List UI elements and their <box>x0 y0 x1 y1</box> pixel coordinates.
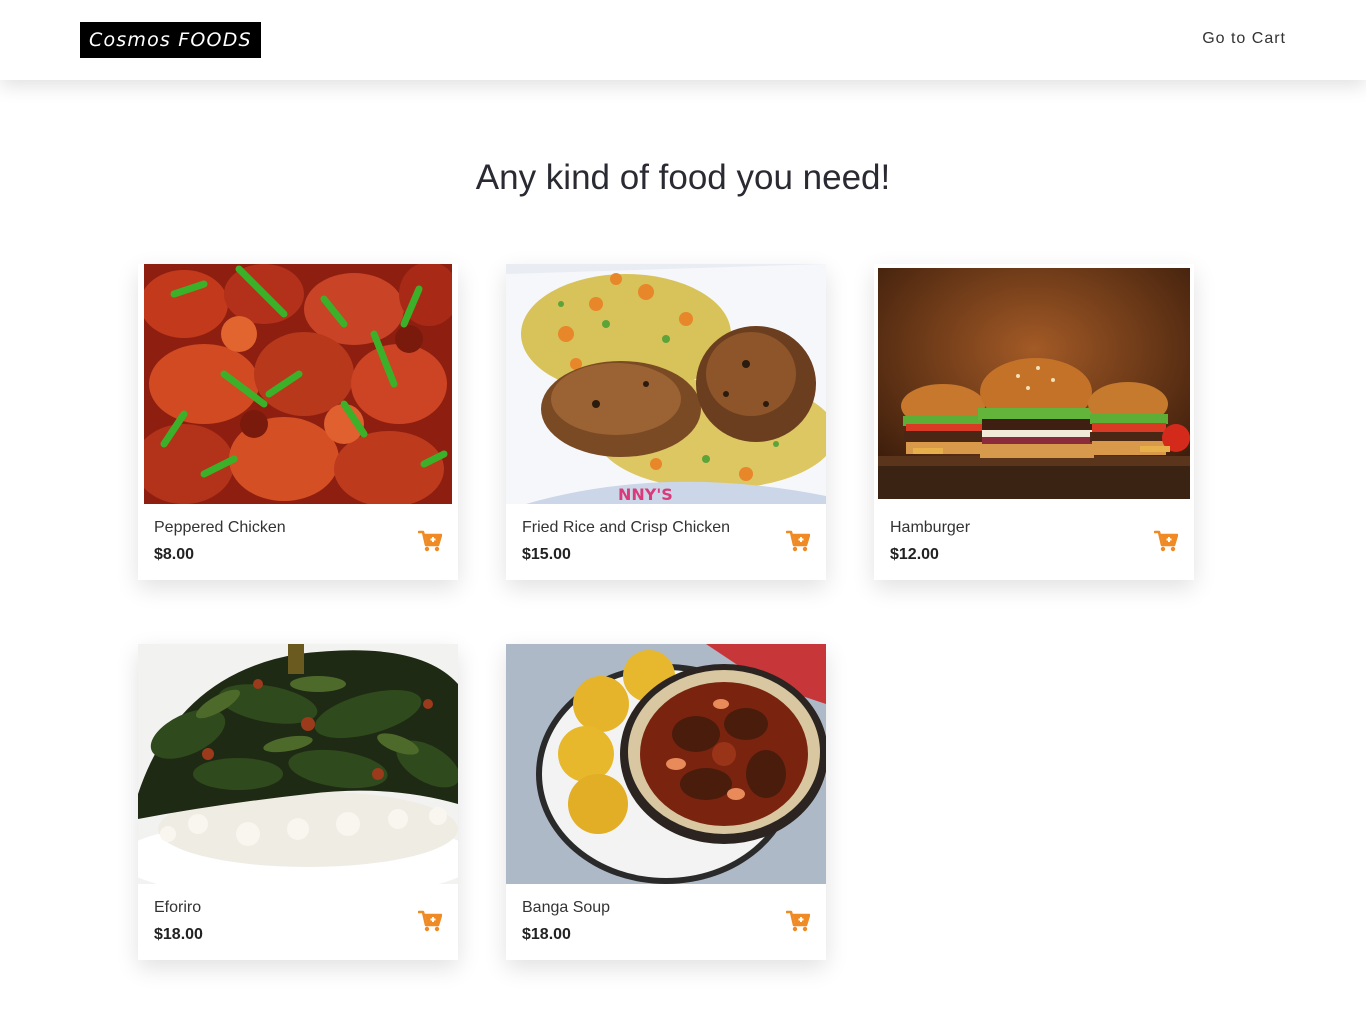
add-to-cart-icon[interactable] <box>1154 530 1178 552</box>
hamburger-image <box>878 268 1190 499</box>
product-card: NNY'S Fried Rice and Crisp Chicken $15.0… <box>506 264 826 580</box>
product-price: $8.00 <box>154 546 195 563</box>
product-name: Banga Soup <box>522 899 611 916</box>
product-card: Peppered Chicken $8.00 <box>138 264 458 580</box>
brand-logo[interactable]: Cosmos FOODS <box>80 22 261 58</box>
product-card: Banga Soup $18.00 <box>506 644 826 960</box>
product-price: $18.00 <box>154 926 203 943</box>
peppered-chicken-image <box>144 264 452 504</box>
eforiro-image <box>138 644 458 884</box>
product-card: Eforiro $18.00 <box>138 644 458 960</box>
fried-rice-chicken-image: NNY'S <box>506 264 826 504</box>
product-price: $18.00 <box>522 926 571 943</box>
go-to-cart-link[interactable]: Go to Cart <box>1202 30 1286 48</box>
product-card: Hamburger $12.00 <box>874 264 1194 580</box>
product-name: Hamburger <box>890 519 971 536</box>
add-to-cart-icon[interactable] <box>786 530 810 552</box>
navbar: Cosmos FOODS Go to Cart <box>0 0 1366 80</box>
product-price: $15.00 <box>522 546 571 563</box>
page-headline: Any kind of food you need! <box>475 158 891 197</box>
product-name: Peppered Chicken <box>154 519 286 536</box>
add-to-cart-icon[interactable] <box>418 530 442 552</box>
add-to-cart-icon[interactable] <box>786 910 810 932</box>
add-to-cart-icon[interactable] <box>418 910 442 932</box>
plate-brand-text: NNY'S <box>618 485 673 504</box>
product-name: Eforiro <box>154 899 202 916</box>
product-name: Fried Rice and Crisp Chicken <box>522 519 731 536</box>
product-price: $12.00 <box>890 546 939 563</box>
banga-soup-image <box>506 644 826 884</box>
